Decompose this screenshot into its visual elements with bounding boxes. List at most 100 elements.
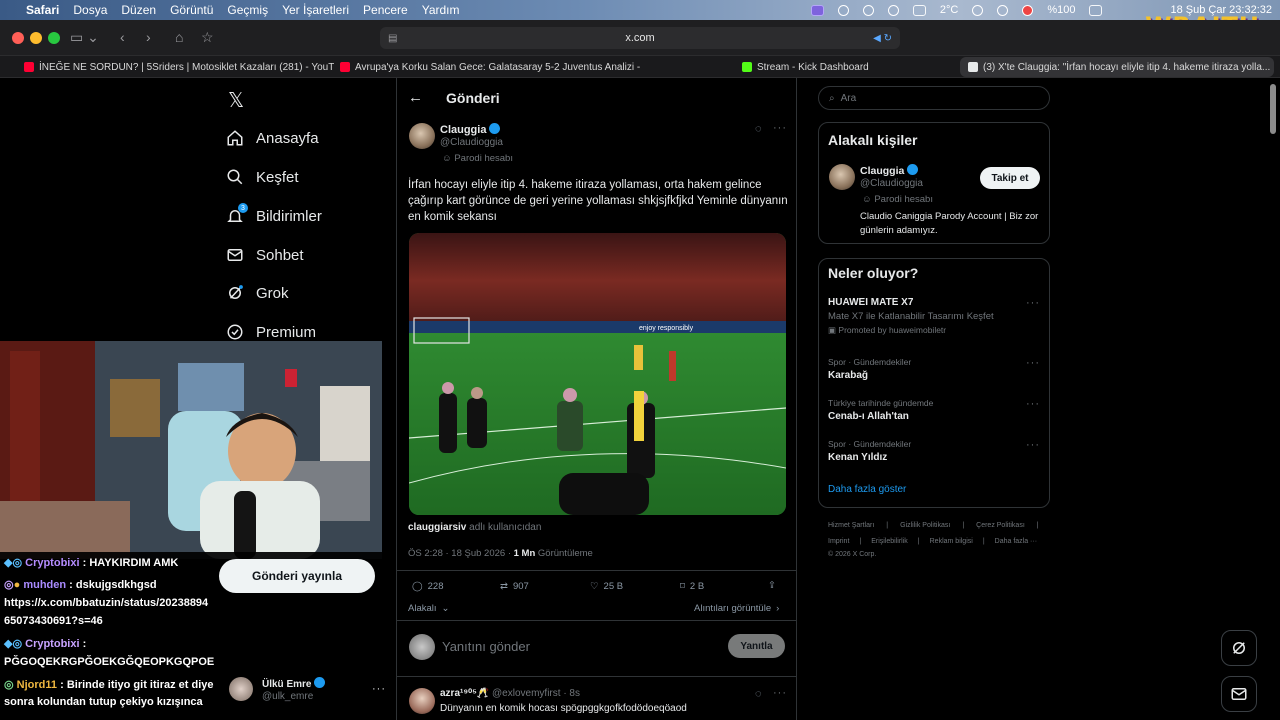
reply-action[interactable]: ◯ 228 [412,581,444,592]
page-settings-icon[interactable]: ▤ [388,33,397,44]
footer-link[interactable]: Imprint [828,538,849,545]
image-credit[interactable]: clauggiarsiv adlı kullanıcıdan [408,522,541,533]
trend-more-icon[interactable]: ··· [1026,297,1040,309]
menu-yardim[interactable]: Yardım [422,3,460,17]
author-name[interactable]: Clauggia [440,124,486,136]
user-icon[interactable] [1022,4,1034,16]
trend-more-icon[interactable]: ··· [1026,398,1040,410]
account-avatar[interactable] [229,677,253,701]
battery-percent[interactable]: %100 [1047,4,1075,16]
grok-float-button[interactable] [1221,630,1257,666]
x-logo[interactable]: 𝕏 [228,88,244,112]
footer-link[interactable]: Daha fazla ··· [995,538,1037,545]
grok-icon [1233,642,1245,654]
messages-float-button[interactable] [1221,676,1257,712]
menu-dosya[interactable]: Dosya [73,3,107,17]
related-avatar[interactable] [829,164,855,190]
more-options-icon[interactable]: ··· [773,687,787,699]
bookmark-action[interactable]: ⌑ 2 B [680,581,704,592]
headphones-icon[interactable] [862,4,874,16]
tweet-image[interactable]: enjoy responsibly [409,233,786,515]
close-window-button[interactable] [12,32,24,44]
chat-text: : Birinde itiyo git itiraz et diye [60,679,214,691]
menu-safari[interactable]: Safari [26,3,59,17]
author-name-row[interactable]: Clauggia [440,123,501,136]
grok-explain-icon[interactable]: ◌ [755,123,762,135]
tab-youtube-2[interactable]: Avrupa'ya Korku Salan Gece: Galatasaray … [340,56,640,78]
settings-icon[interactable] [972,4,984,16]
nav-chat[interactable]: Sohbet [226,241,304,269]
share-action[interactable]: ⇪ [768,580,776,591]
nav-grok[interactable]: Grok [226,279,289,307]
show-more-link[interactable]: Daha fazla göster [828,484,906,495]
sort-related[interactable]: Alakalı ⌄ [408,603,449,614]
footer-link[interactable]: Çerez Politikası [976,522,1025,529]
audio-reload-icons[interactable]: ◀ ↻ [873,33,892,44]
trend-item[interactable]: Spor · Gündemdekiler Kenan Yıldız [828,439,911,463]
trend-item[interactable]: Spor · Gündemdekiler Karabağ [828,357,911,381]
minimize-window-button[interactable] [30,32,42,44]
nav-label: Bildirimler [256,207,322,225]
chat-user: Njord11 [16,679,58,691]
screen-record-icon[interactable] [810,4,824,16]
tab-youtube-1[interactable]: İNEĞE NE SORDUN? | 5Sriders | Motosiklet… [24,56,334,78]
nav-home[interactable]: Anasayfa [226,124,319,152]
footer-link[interactable]: Hizmet Şartları [828,522,874,529]
footer-link[interactable]: Erişilebilirlik [871,538,908,545]
cloud-icon[interactable] [837,4,849,16]
related-name[interactable]: Clauggia [860,165,904,177]
chevron-down-icon: ⌄ [441,603,450,614]
related-parody-row: ☺ Parodi hesabı [862,194,933,205]
menu-duzen[interactable]: Düzen [121,3,156,17]
menu-goruntu[interactable]: Görüntü [170,3,213,17]
trend-more-icon[interactable]: ··· [1026,357,1040,369]
view-quotes-link[interactable]: Alıntıları görüntüle › [694,603,779,614]
related-name-row[interactable]: Clauggia [860,164,919,177]
author-handle[interactable]: @Claudioggia [440,137,503,148]
menu-yer-isaretleri[interactable]: Yer İşaretleri [282,3,349,17]
footer-link[interactable]: Gizlilik Politikası [900,522,950,529]
credit-user[interactable]: clauggiarsiv [408,522,466,533]
account-more-icon[interactable]: ··· [372,683,386,695]
more-options-icon[interactable]: ··· [773,122,787,134]
post-button[interactable]: Gönderi yayınla [219,559,375,593]
repost-action[interactable]: ⇄ 907 [500,581,529,592]
menu-gecmis[interactable]: Geçmiş [227,3,268,17]
like-action[interactable]: ♡ 25 B [590,581,623,592]
back-arrow-icon[interactable]: ← [408,89,423,106]
page-scrollbar[interactable] [1270,84,1276,134]
time-text[interactable]: ÖS 2:28 · 18 Şub 2026 · [408,548,511,559]
nav-notifications[interactable]: 3 Bildirimler [226,202,322,230]
bookmark-star-icon[interactable]: ☆ [201,29,214,46]
search-input[interactable]: ⌕ Ara [818,86,1050,110]
trend-more-icon[interactable]: ··· [1026,439,1040,451]
reply-submit-button[interactable]: Yanıtla [728,634,785,658]
reply-avatar[interactable] [409,688,435,714]
play-icon[interactable] [887,4,899,16]
nav-explore[interactable]: Keşfet [226,163,299,191]
forward-icon[interactable]: › [146,29,151,45]
tab-kick[interactable]: Stream - Kick Dashboard [742,56,942,78]
account-name-row[interactable]: Ülkü Emre [262,677,326,690]
wifi-icon[interactable] [997,4,1009,16]
follow-button[interactable]: Takip et [980,167,1040,189]
reply-input[interactable]: Yanıtını gönder [442,639,530,654]
reply-author-name[interactable]: azra¹⁹⁰⁵🥂 [440,688,489,699]
menu-pencere[interactable]: Pencere [363,3,408,17]
reply-author-handle[interactable]: @exlovemyfirst [492,688,561,699]
zoom-window-button[interactable] [48,32,60,44]
display-icon[interactable] [912,4,926,16]
grok-explain-icon[interactable]: ◌ [755,688,762,700]
home-toolbar-icon[interactable]: ⌂ [175,29,183,45]
back-icon[interactable]: ‹ [120,29,125,45]
weather-temp[interactable]: 2°C [940,4,958,16]
author-avatar[interactable] [409,123,435,149]
tab-x-active[interactable]: (3) X'te Clauggia: "İrfan hocayı eliyle … [960,57,1274,77]
footer-link[interactable]: Reklam bilgisi [930,538,973,545]
sidebar-toggle-icon[interactable]: ▭ ⌄ [70,29,99,46]
related-handle[interactable]: @Claudioggia [860,178,923,189]
trend-item[interactable]: HUAWEI MATE X7 Mate X7 ile Katlanabilir … [828,297,1043,336]
address-bar[interactable]: ▤ x.com ◀ ↻ [380,27,900,49]
trend-item[interactable]: Türkiye tarihinde gündemde Cenab-ı Allah… [828,398,933,422]
related-bio: Claudio Caniggia Parody Account | Biz zo… [860,211,1039,236]
